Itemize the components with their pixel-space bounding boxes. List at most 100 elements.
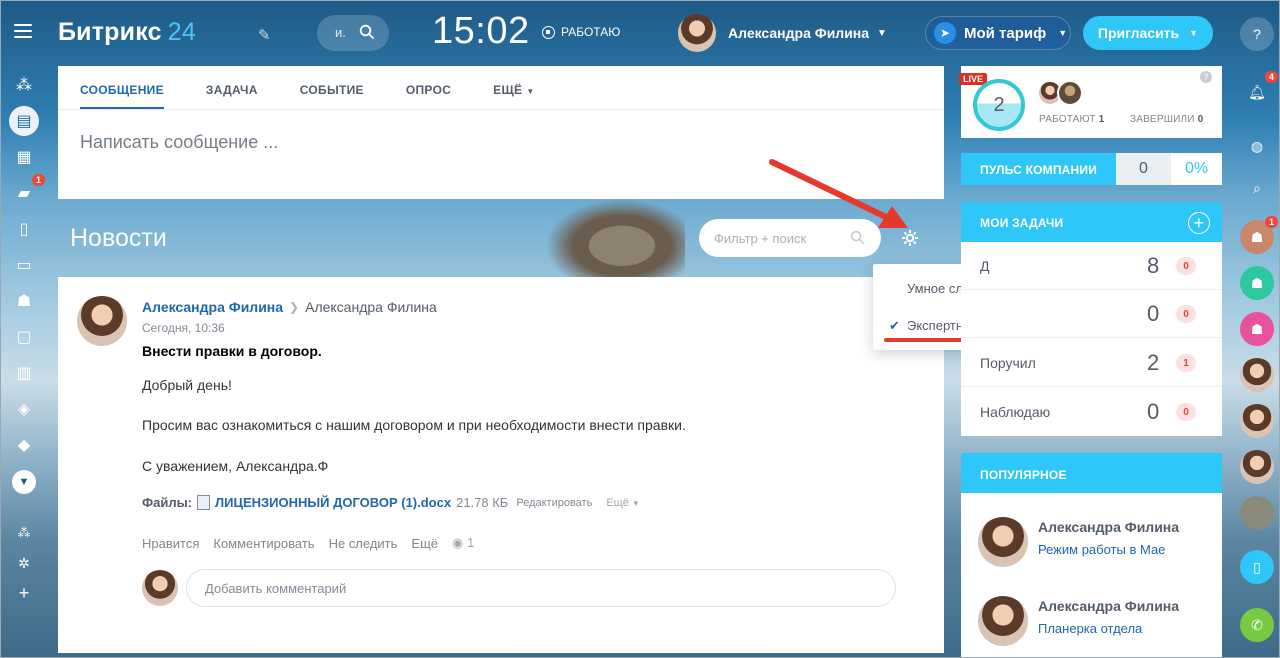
file-link[interactable]: ЛИЦЕНЗИОННЫЙ ДОГОВОР (1).docx [215, 495, 451, 510]
views-counter: ◉ 1 [452, 535, 474, 551]
logo[interactable]: Битрикс 24 [58, 18, 196, 47]
mobile-app-button[interactable]: ▯ [1240, 550, 1274, 584]
logo-main: Битрикс [58, 18, 162, 46]
task-row-assigned[interactable]: Поручил 2 1 [961, 339, 1222, 387]
search-button[interactable]: ⌕ [1240, 171, 1274, 205]
task-row-help[interactable]: 0 0 [961, 290, 1222, 338]
files-label: Файлы: [142, 495, 193, 510]
sidebar-item-drive[interactable]: ▭ [9, 250, 39, 280]
chevron-right-icon: ❯ [289, 300, 300, 314]
avatar [978, 596, 1028, 646]
docx-file-icon [197, 495, 211, 510]
search-icon: ⌕ [1253, 179, 1261, 196]
pulse-value: 0 [1116, 153, 1171, 185]
plus-icon: + [18, 582, 30, 603]
chevron-down-icon: ▼ [526, 87, 535, 96]
sidebar-item-calendar[interactable]: ▦ [9, 142, 39, 172]
phone-icon: ✆ [1251, 616, 1263, 633]
message-input[interactable]: Написать сообщение ... [80, 132, 278, 153]
group-chat-button[interactable]: ☗ 1 [1240, 216, 1278, 254]
sidebar-add-button[interactable]: + [9, 578, 39, 608]
right-sidebar: ? 🔔︎ 4 ◍ ⌕ ☗ 1 ☗ ☗ ▯ ✆ [1234, 0, 1280, 658]
group-chat-button[interactable]: ☗ [1240, 312, 1274, 346]
more-button[interactable]: Ещё [411, 536, 438, 551]
contact-avatar[interactable] [1240, 358, 1274, 392]
composer-tabs: СООБЩЕНИЕ ЗАДАЧА СОБЫТИЕ ОПРОС ЕЩЁ ▼ [58, 66, 944, 110]
live-counter[interactable]: 2 [973, 79, 1025, 131]
sidebar-item-settings[interactable]: ✲ [9, 548, 39, 578]
popular-link[interactable]: Режим работы в Мае [1038, 542, 1165, 557]
live-finished: ЗАВЕРШИЛИ 0 [1130, 114, 1203, 125]
like-button[interactable]: Нравится [142, 536, 199, 551]
chevron-down-icon: ▼ [1189, 28, 1199, 38]
sidebar-item-groups[interactable]: ☗ [9, 286, 39, 316]
group-icon: ☗ [16, 293, 32, 310]
help-button[interactable]: ? [1240, 17, 1274, 51]
post-text-line: Добрый день! [142, 377, 232, 393]
contact-avatar[interactable] [1240, 404, 1274, 438]
recipient-link[interactable]: Александра Филина [305, 299, 437, 315]
popular-author: Александра Филина [1038, 598, 1180, 614]
comment-button[interactable]: Комментировать [213, 536, 314, 551]
author-link[interactable]: Александра Филина [142, 299, 283, 315]
menu-icon[interactable] [14, 24, 32, 38]
author-avatar[interactable] [77, 296, 127, 346]
tab-message[interactable]: СООБЩЕНИЕ [80, 66, 164, 109]
sidebar-item-chat[interactable]: ▰ 1 [9, 174, 45, 208]
popular-widget: ПОПУЛЯРНОЕ Александра Филина Режим работ… [961, 453, 1222, 658]
tab-more[interactable]: ЕЩЁ ▼ [493, 66, 555, 109]
avatar[interactable] [1057, 80, 1083, 106]
add-task-button[interactable]: + [1188, 212, 1210, 234]
comment-input[interactable]: Добавить комментарий [186, 569, 896, 607]
task-row-doing[interactable]: Д 8 0 [961, 242, 1222, 290]
unfollow-button[interactable]: Не следить [329, 536, 398, 551]
tab-task[interactable]: ЗАДАЧА [206, 66, 279, 109]
user-name: Александра Филина [728, 25, 870, 41]
sidebar-item-box[interactable]: ◈ [9, 394, 39, 424]
sidebar-item-box2[interactable]: ◆ [9, 430, 39, 460]
post-date: Сегодня, 10:36 [142, 321, 225, 335]
chat-icon: ▰ [17, 185, 31, 202]
contact-avatar[interactable] [1240, 496, 1274, 530]
sidebar-item-feed[interactable]: ▤ [9, 106, 39, 136]
call-button[interactable]: ✆ [1240, 608, 1274, 642]
box-icon: ◈ [17, 401, 31, 418]
group-icon: ☗ [1250, 228, 1264, 245]
live-widget: LIVE 2 ? РАБОТАЮТ 1 ЗАВЕРШИЛИ 0 [959, 66, 1222, 138]
contact-avatar[interactable] [1240, 450, 1274, 484]
nodes-icon: ⁂ [17, 525, 31, 540]
file-size: 21.78 КБ [456, 495, 509, 510]
file-more-button[interactable]: Ещё ▼ [606, 497, 640, 509]
task-row-watching[interactable]: Наблюдаю 0 0 [961, 388, 1222, 436]
group-chat-button[interactable]: ☗ [1240, 266, 1274, 300]
invite-button[interactable]: Пригласить ▼ [1083, 16, 1213, 50]
sidebar-item-crm[interactable]: ⁂ [9, 70, 39, 100]
tariff-button[interactable]: ➤ Мой тариф ▼ [925, 16, 1071, 50]
company-pulse-widget[interactable]: ПУЛЬС КОМПАНИИ 0 0% [961, 153, 1222, 185]
sidebar-item-window[interactable]: ▢ [9, 322, 39, 352]
messenger-button[interactable]: ◍ [1240, 129, 1274, 163]
search-icon [359, 24, 375, 40]
popular-link[interactable]: Планерка отдела [1038, 621, 1142, 636]
work-status-button[interactable]: РАБОТАЮ [542, 25, 620, 39]
popular-author: Александра Филина [1038, 519, 1180, 535]
search-input[interactable]: и. [317, 15, 389, 51]
avatar [678, 14, 716, 52]
pencil-icon[interactable]: ✎ [258, 26, 271, 44]
expand-more-button[interactable]: ▼ [12, 470, 36, 494]
sidebar-item-sites[interactable]: ⁂ [9, 518, 39, 548]
sidebar-item-media[interactable]: ▥ [9, 358, 39, 388]
live-avatars [1037, 80, 1083, 106]
user-menu[interactable]: Александра Филина ▼ [678, 14, 887, 52]
avatar [978, 517, 1028, 567]
tab-poll[interactable]: ОПРОС [406, 66, 472, 109]
task-row-count: 8 [1147, 253, 1160, 278]
sidebar-item-docs[interactable]: ▯ [9, 214, 39, 244]
cube-icon: ◆ [17, 437, 31, 454]
tab-event[interactable]: СОБЫТИЕ [300, 66, 385, 109]
help-icon[interactable]: ? [1200, 71, 1212, 83]
file-edit-link[interactable]: Редактировать [516, 497, 592, 509]
post-author-line: Александра Филина ❯ Александра Филина [142, 299, 437, 315]
notifications-button[interactable]: 🔔︎ 4 [1240, 71, 1278, 109]
checkmark-icon: ✔ [889, 318, 900, 333]
